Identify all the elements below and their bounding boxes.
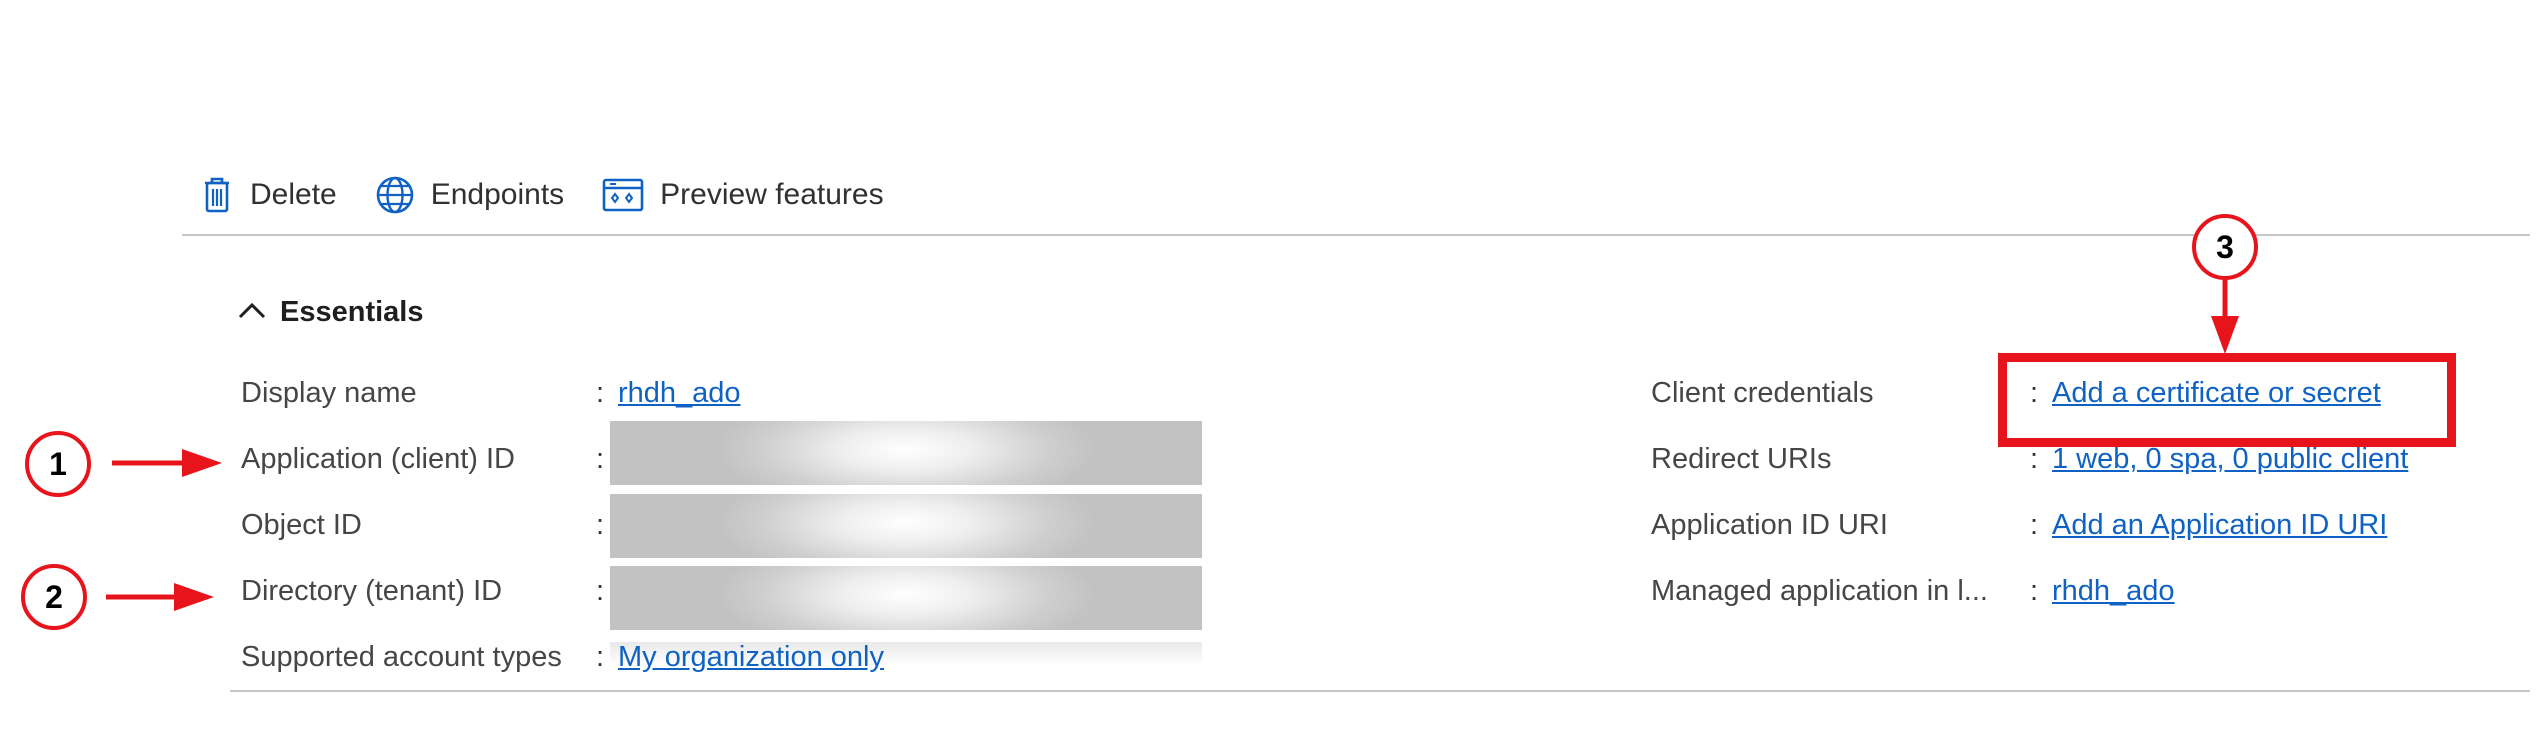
preview-features-button[interactable]: Preview features bbox=[602, 177, 884, 213]
redirect-uris-label: Redirect URIs bbox=[1651, 443, 1832, 475]
client-credentials-label: Client credentials bbox=[1651, 377, 1874, 409]
annotation-arrow-2 bbox=[106, 583, 214, 611]
directory-tenant-id-label: Directory (tenant) ID bbox=[241, 575, 503, 607]
delete-label: Delete bbox=[250, 178, 337, 211]
redacted-application-client-id bbox=[610, 421, 1202, 485]
add-application-id-uri-link[interactable]: Add an Application ID URI bbox=[2052, 509, 2387, 542]
endpoints-label: Endpoints bbox=[430, 178, 565, 211]
trash-icon bbox=[200, 175, 234, 215]
globe-icon bbox=[375, 175, 415, 215]
preview-features-label: Preview features bbox=[660, 178, 884, 211]
redacted-object-id bbox=[610, 494, 1202, 558]
separator: : bbox=[2030, 509, 2039, 541]
annotation-arrow-3 bbox=[2211, 280, 2239, 354]
redacted-directory-tenant-id bbox=[610, 566, 1202, 630]
separator: : bbox=[596, 509, 605, 541]
managed-application-label: Managed application in l... bbox=[1651, 575, 1988, 607]
command-bar: Delete Endpoints Preview features bbox=[200, 165, 884, 225]
separator: : bbox=[596, 377, 605, 409]
separator: : bbox=[596, 641, 605, 673]
separator: : bbox=[2030, 443, 2039, 475]
annotation-badge-1: 1 bbox=[25, 431, 91, 497]
supported-account-types-link[interactable]: My organization only bbox=[618, 641, 884, 674]
display-name-link[interactable]: rhdh_ado bbox=[618, 377, 741, 410]
application-client-id-label: Application (client) ID bbox=[241, 443, 515, 475]
essentials-toggle[interactable]: Essentials bbox=[238, 296, 423, 329]
annotation-arrow-1 bbox=[112, 449, 222, 477]
application-id-uri-label: Application ID URI bbox=[1651, 509, 1888, 541]
endpoints-button[interactable]: Endpoints bbox=[375, 175, 564, 215]
separator: : bbox=[2030, 575, 2039, 607]
essentials-bottom-divider bbox=[230, 690, 2530, 692]
annotation-highlight-client-credentials bbox=[1998, 353, 2456, 447]
chevron-up-icon bbox=[238, 301, 266, 324]
object-id-label: Object ID bbox=[241, 509, 362, 541]
redirect-uris-link[interactable]: 1 web, 0 spa, 0 public client bbox=[2052, 443, 2408, 476]
managed-application-link[interactable]: rhdh_ado bbox=[2052, 575, 2175, 608]
separator: : bbox=[596, 443, 605, 475]
supported-account-types-label: Supported account types bbox=[241, 641, 562, 673]
annotation-badge-2: 2 bbox=[21, 564, 87, 630]
display-name-label: Display name bbox=[241, 377, 417, 409]
delete-button[interactable]: Delete bbox=[200, 175, 337, 215]
separator: : bbox=[596, 575, 605, 607]
annotation-badge-3: 3 bbox=[2192, 214, 2258, 280]
essentials-title: Essentials bbox=[280, 296, 424, 328]
preview-features-icon bbox=[602, 177, 644, 213]
toolbar-divider bbox=[182, 234, 2530, 236]
